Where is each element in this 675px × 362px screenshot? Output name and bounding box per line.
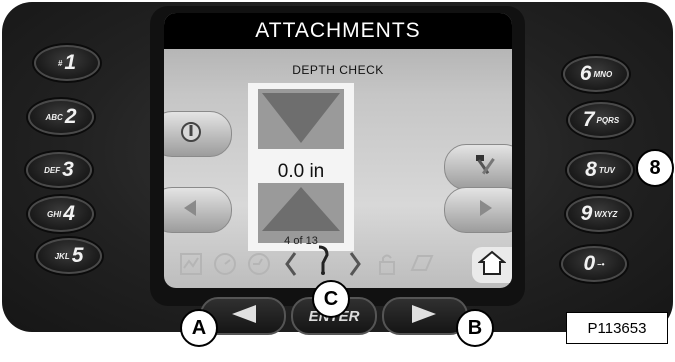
key-letters: TUV [598, 165, 615, 175]
key-6[interactable]: 6 MNO [563, 56, 629, 92]
key-3[interactable]: DEF 3 [26, 152, 92, 188]
key-letters: # [57, 58, 63, 68]
chevron-left-icon[interactable] [276, 249, 306, 279]
speed-icon[interactable] [244, 249, 274, 279]
gauge-icon[interactable] [176, 249, 206, 279]
chevron-right-icon[interactable] [340, 249, 370, 279]
next-screen-button[interactable] [444, 187, 512, 233]
lift-arm-icon[interactable] [308, 245, 338, 275]
key-digit: 7 [582, 108, 595, 131]
key-1[interactable]: # 1 [34, 45, 100, 81]
key-digit: 8 [585, 158, 597, 181]
callout-8: 8 [636, 149, 674, 187]
key-letters: PQRS [596, 115, 620, 125]
key-letters: WXYZ [594, 209, 618, 219]
home-icon [477, 250, 507, 281]
notebook-icon[interactable] [406, 249, 436, 279]
key-letters: DEF [44, 165, 61, 175]
key-digit: 3 [62, 158, 74, 181]
key-0[interactable]: 0 –• [561, 246, 627, 282]
depth-up-button[interactable] [258, 89, 344, 149]
down-triangle-icon [262, 93, 340, 143]
page-indicator: 4 of 13 [284, 235, 318, 247]
key-letters: GHI [47, 209, 62, 219]
key-8[interactable]: 8 TUV [567, 152, 633, 188]
key-9[interactable]: 9 WXYZ [566, 196, 632, 232]
right-arrow-icon [474, 197, 496, 224]
key-digit: 1 [64, 51, 77, 74]
icon-toolbar [164, 245, 512, 285]
tools-icon [472, 153, 498, 182]
key-letters: JKL [54, 251, 70, 261]
lock-icon[interactable] [372, 249, 402, 279]
callout-b: B [456, 309, 494, 347]
dial-icon[interactable] [210, 249, 240, 279]
display-screen: ATTACHMENTS DEPTH CHECK 0.0 in 4 of 13 [164, 13, 512, 288]
screen-subtitle: DEPTH CHECK [292, 63, 384, 77]
key-digit: 5 [71, 244, 84, 267]
key-letters: –• [597, 259, 605, 269]
depth-panel: 0.0 in 4 of 13 [248, 83, 354, 251]
key-letters: ABC [45, 112, 63, 122]
up-triangle-icon [262, 187, 340, 231]
key-digit: 9 [580, 202, 593, 225]
key-2[interactable]: ABC 2 [28, 99, 94, 135]
key-digit: 4 [63, 202, 75, 225]
depth-value: 0.0 in [277, 161, 325, 182]
key-5[interactable]: JKL 5 [36, 238, 102, 274]
callout-c: C [312, 280, 350, 318]
key-4[interactable]: GHI 4 [28, 196, 94, 232]
power-icon [180, 121, 202, 148]
depth-down-button[interactable] [258, 183, 344, 243]
key-letters: MNO [593, 69, 613, 79]
home-button[interactable] [472, 247, 512, 283]
key-7[interactable]: 7 PQRS [568, 102, 634, 138]
key-digit: 0 [583, 252, 596, 275]
key-digit: 2 [64, 105, 77, 128]
right-arrow-icon [410, 303, 440, 330]
left-arrow-icon [228, 303, 258, 330]
previous-screen-button[interactable] [164, 187, 232, 233]
screen-title: ATTACHMENTS [164, 13, 512, 49]
figure: # 1 ABC 2 DEF 3 GHI 4 JKL 5 6 MNO 7 PQRS… [0, 0, 675, 362]
key-digit: 6 [579, 62, 592, 85]
figure-number: P113653 [566, 312, 668, 344]
power-button[interactable] [164, 111, 232, 157]
callout-a: A [180, 309, 218, 347]
tools-button[interactable] [444, 144, 512, 190]
left-arrow-icon [180, 197, 202, 224]
